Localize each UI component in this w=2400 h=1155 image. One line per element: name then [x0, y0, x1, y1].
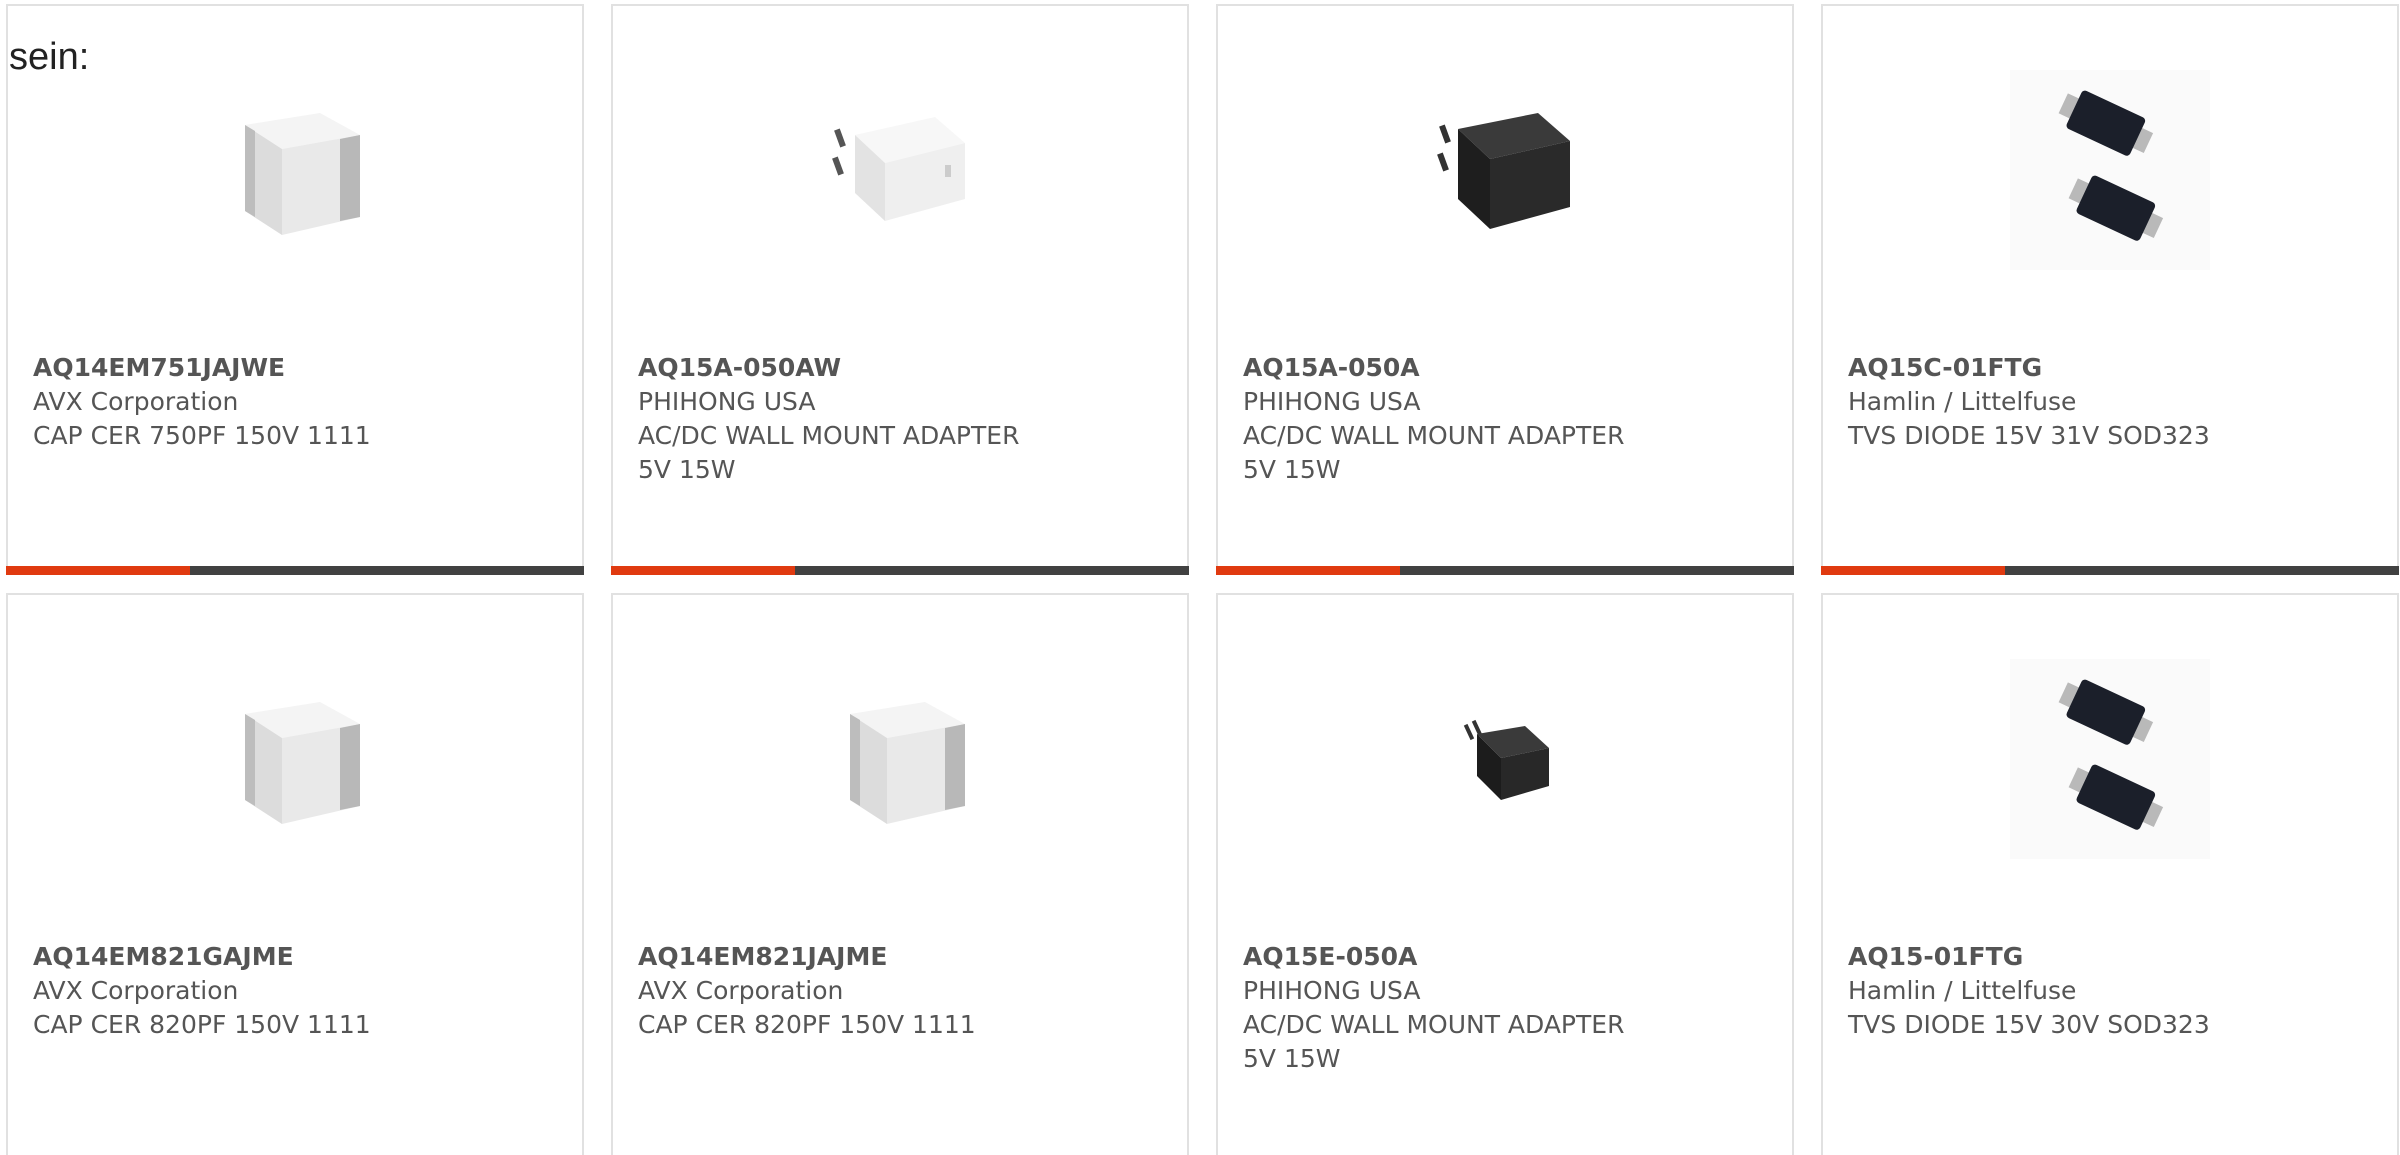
manufacturer: AVX Corporation — [33, 387, 239, 416]
product-info: AQ15A-050AW PHIHONG USA AC/DC WALL MOUNT… — [638, 351, 1019, 487]
black-wall-adapter-icon[interactable] — [1218, 70, 1792, 270]
description: TVS DIODE 15V 31V SOD323 — [1848, 421, 2210, 450]
intro-text: sein: — [9, 36, 90, 78]
description: AC/DC WALL MOUNT ADAPTER — [1243, 1010, 1625, 1039]
product-card[interactable]: AQ15A-050AW PHIHONG USA AC/DC WALL MOUNT… — [611, 4, 1189, 575]
manufacturer: PHIHONG USA — [638, 387, 816, 416]
card-bar — [611, 566, 1189, 575]
card-bar — [1216, 566, 1794, 575]
tvs-diode-icon[interactable] — [1823, 70, 2397, 270]
product-info: AQ14EM821GAJME AVX Corporation CAP CER 8… — [33, 940, 371, 1042]
description: AC/DC WALL MOUNT ADAPTER — [1243, 421, 1625, 450]
description-line-2: 5V 15W — [1243, 1044, 1341, 1073]
card-bar-accent — [611, 566, 795, 575]
capacitor-cube-icon[interactable] — [613, 659, 1187, 859]
part-number[interactable]: AQ14EM821GAJME — [33, 940, 371, 974]
white-wall-adapter-icon[interactable] — [613, 70, 1187, 270]
description-line-2: 5V 15W — [638, 455, 736, 484]
capacitor-cube-icon[interactable] — [8, 70, 582, 270]
manufacturer: PHIHONG USA — [1243, 976, 1421, 1005]
card-bar-accent — [1821, 566, 2005, 575]
product-info: AQ15E-050A PHIHONG USA AC/DC WALL MOUNT … — [1243, 940, 1624, 1076]
manufacturer: AVX Corporation — [33, 976, 239, 1005]
part-number[interactable]: AQ14EM821JAJME — [638, 940, 976, 974]
product-info: AQ15A-050A PHIHONG USA AC/DC WALL MOUNT … — [1243, 351, 1624, 487]
description-line-2: 5V 15W — [1243, 455, 1341, 484]
manufacturer: Hamlin / Littelfuse — [1848, 976, 2077, 1005]
product-card[interactable]: AQ14EM821JAJME AVX Corporation CAP CER 8… — [611, 593, 1189, 1155]
description: TVS DIODE 15V 30V SOD323 — [1848, 1010, 2210, 1039]
product-info: AQ14EM821JAJME AVX Corporation CAP CER 8… — [638, 940, 976, 1042]
description: CAP CER 820PF 150V 1111 — [33, 1010, 371, 1039]
part-number[interactable]: AQ15A-050A — [1243, 351, 1624, 385]
product-info: AQ15-01FTG Hamlin / Littelfuse TVS DIODE… — [1848, 940, 2210, 1042]
manufacturer: PHIHONG USA — [1243, 387, 1421, 416]
black-eu-adapter-icon[interactable] — [1218, 659, 1792, 859]
card-bar — [6, 566, 584, 575]
part-number[interactable]: AQ15-01FTG — [1848, 940, 2210, 974]
manufacturer: Hamlin / Littelfuse — [1848, 387, 2077, 416]
part-number[interactable]: AQ15E-050A — [1243, 940, 1624, 974]
card-bar-accent — [1216, 566, 1400, 575]
product-info: AQ15C-01FTG Hamlin / Littelfuse TVS DIOD… — [1848, 351, 2210, 453]
description: CAP CER 750PF 150V 1111 — [33, 421, 371, 450]
product-card[interactable]: AQ14EM821GAJME AVX Corporation CAP CER 8… — [6, 593, 584, 1155]
product-card[interactable]: AQ15E-050A PHIHONG USA AC/DC WALL MOUNT … — [1216, 593, 1794, 1155]
product-card[interactable]: AQ15A-050A PHIHONG USA AC/DC WALL MOUNT … — [1216, 4, 1794, 575]
part-number[interactable]: AQ14EM751JAJWE — [33, 351, 371, 385]
card-bar — [1821, 566, 2399, 575]
card-bar-accent — [6, 566, 190, 575]
capacitor-cube-icon[interactable] — [8, 659, 582, 859]
manufacturer: AVX Corporation — [638, 976, 844, 1005]
description: AC/DC WALL MOUNT ADAPTER — [638, 421, 1020, 450]
product-grid-page: AQ14EM751JAJWE AVX Corporation CAP CER 7… — [0, 0, 2400, 1155]
part-number[interactable]: AQ15A-050AW — [638, 351, 1019, 385]
description: CAP CER 820PF 150V 1111 — [638, 1010, 976, 1039]
part-number[interactable]: AQ15C-01FTG — [1848, 351, 2210, 385]
product-card[interactable]: AQ15C-01FTG Hamlin / Littelfuse TVS DIOD… — [1821, 4, 2399, 575]
product-card[interactable]: AQ15-01FTG Hamlin / Littelfuse TVS DIODE… — [1821, 593, 2399, 1155]
product-card[interactable]: AQ14EM751JAJWE AVX Corporation CAP CER 7… — [6, 4, 584, 575]
tvs-diode-icon[interactable] — [1823, 659, 2397, 859]
product-info: AQ14EM751JAJWE AVX Corporation CAP CER 7… — [33, 351, 371, 453]
